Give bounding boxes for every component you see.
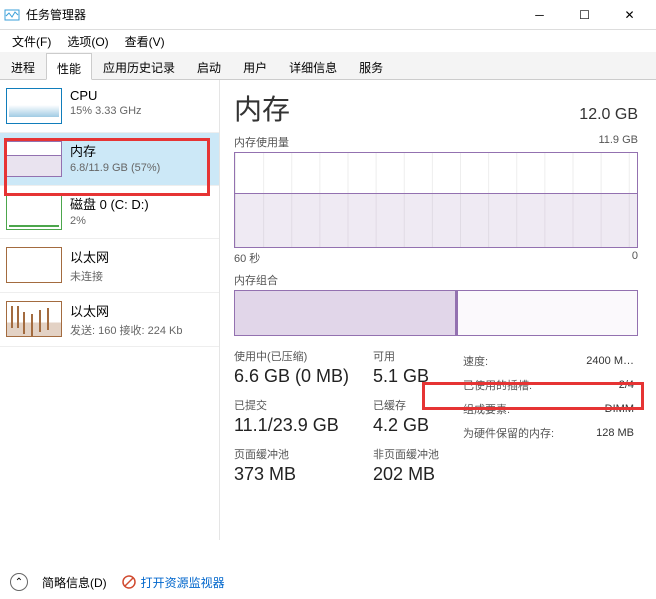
content: CPU 15% 3.33 GHz 内存 6.8/11.9 GB (57%) 磁盘 0… [0,80,656,540]
stat-nonpaged: 非页面缓冲池202 MB [373,446,439,485]
minimize-button[interactable]: ─ [517,0,562,30]
info-form-label: 组成要素: [461,398,573,420]
tab-processes[interactable]: 进程 [0,52,46,79]
sidebar-eth2-title: 以太网 [70,301,183,320]
info-table: 速度:2400 M… 已使用的插槽:2/4 组成要素:DIMM 为硬件保留的内存… [459,348,638,485]
usage-max: 11.9 GB [598,134,638,150]
sidebar: CPU 15% 3.33 GHz 内存 6.8/11.9 GB (57%) 磁盘 0… [0,80,220,540]
total-memory: 12.0 GB [579,106,638,124]
sidebar-item-ethernet-1[interactable]: 以太网未连接 [0,239,219,293]
open-resource-monitor-link[interactable]: 打开资源监视器 [141,574,225,591]
stat-available: 可用5.1 GB [373,348,439,387]
brief-info-link[interactable]: 简略信息(D) [42,574,107,591]
sidebar-item-memory[interactable]: 内存 6.8/11.9 GB (57%) [0,133,219,186]
info-speed-value: 2400 M… [575,350,636,372]
sidebar-item-cpu[interactable]: CPU 15% 3.33 GHz [0,80,219,133]
sidebar-eth1-sub: 未连接 [70,268,109,284]
tabs: 进程 性能 应用历史记录 启动 用户 详细信息 服务 [0,52,656,80]
tab-services[interactable]: 服务 [348,52,394,79]
sidebar-eth2-sub: 发送: 160 接收: 224 Kb [70,322,183,338]
sidebar-mem-title: 内存 [70,141,160,160]
menu-view[interactable]: 查看(V) [119,31,171,52]
titlebar: 任务管理器 ─ ☐ ✕ [0,0,656,30]
info-slots-value: 2/4 [575,374,636,396]
stat-in-use: 使用中(已压缩)6.6 GB (0 MB) [234,348,349,387]
page-title: 内存 [234,88,290,128]
tab-users[interactable]: 用户 [232,52,278,79]
tab-startup[interactable]: 启动 [186,52,232,79]
sidebar-eth1-title: 以太网 [70,247,109,266]
menu-options[interactable]: 选项(O) [61,31,114,52]
info-reserved-value: 128 MB [575,422,636,444]
info-reserved-label: 为硬件保留的内存: [461,422,573,444]
axis-left: 60 秒 [234,250,260,266]
tab-app-history[interactable]: 应用历史记录 [92,52,186,79]
tab-performance[interactable]: 性能 [46,53,92,80]
sidebar-disk-sub: 2% [70,215,149,227]
memory-thumb-icon [6,141,62,177]
sidebar-cpu-sub: 15% 3.33 GHz [70,105,142,117]
info-slots-label: 已使用的插槽: [461,374,573,396]
sidebar-mem-sub: 6.8/11.9 GB (57%) [70,162,160,174]
sidebar-item-ethernet-2[interactable]: 以太网发送: 160 接收: 224 Kb [0,293,219,347]
resource-monitor-icon [121,574,137,590]
tab-details[interactable]: 详细信息 [278,52,348,79]
main-panel: 内存 12.0 GB 内存使用量 11.9 GB 60 秒 0 内存组合 使用中… [220,80,656,540]
sidebar-cpu-title: CPU [70,88,142,103]
disk-thumb-icon [6,194,62,230]
app-icon [4,7,20,23]
footer: ⌃ 简略信息(D) 打开资源监视器 [10,573,225,591]
close-button[interactable]: ✕ [607,0,652,30]
ethernet-thumb-icon [6,247,62,283]
memory-composition-chart [234,290,638,336]
window-title: 任务管理器 [26,6,86,23]
info-speed-label: 速度: [461,350,573,372]
sidebar-disk-title: 磁盘 0 (C: D:) [70,194,149,213]
menu-file[interactable]: 文件(F) [6,31,57,52]
cpu-thumb-icon [6,88,62,124]
stat-committed: 已提交11.1/23.9 GB [234,397,349,436]
stats: 使用中(已压缩)6.6 GB (0 MB) 可用5.1 GB 已提交11.1/2… [234,348,638,485]
axis-right: 0 [632,250,638,266]
usage-label: 内存使用量 [234,134,289,150]
composition-label: 内存组合 [234,272,278,288]
stat-cached: 已缓存4.2 GB [373,397,439,436]
chevron-up-icon[interactable]: ⌃ [10,573,28,591]
menubar: 文件(F) 选项(O) 查看(V) [0,30,656,52]
maximize-button[interactable]: ☐ [562,0,607,30]
info-form-value: DIMM [575,398,636,420]
memory-usage-chart [234,152,638,248]
stat-paged: 页面缓冲池373 MB [234,446,349,485]
ethernet-thumb-icon [6,301,62,337]
sidebar-item-disk[interactable]: 磁盘 0 (C: D:) 2% [0,186,219,239]
